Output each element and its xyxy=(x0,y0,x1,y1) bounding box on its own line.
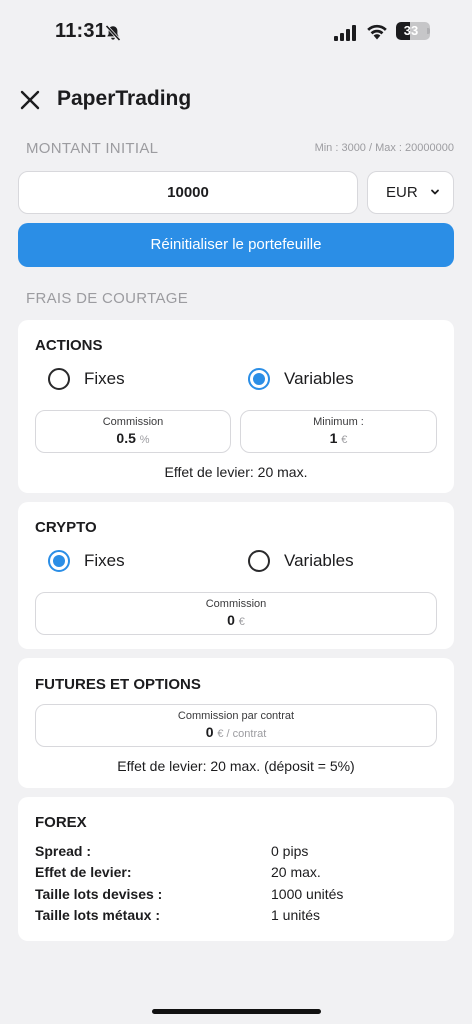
page-title: PaperTrading xyxy=(57,87,192,110)
crypto-variable-radio[interactable]: Variables xyxy=(248,549,354,573)
brokerage-fees-label: FRAIS DE COURTAGE xyxy=(26,290,189,307)
actions-fixed-radio[interactable]: Fixes xyxy=(48,367,125,391)
futures-options-card: FUTURES ET OPTIONS Commission par contra… xyxy=(18,658,454,788)
crypto-commission-value: 0 xyxy=(227,612,235,628)
radio-checked-icon xyxy=(48,550,70,572)
crypto-card: CRYPTO Fixes Variables Commission 0 € xyxy=(18,502,454,649)
radio-checked-icon xyxy=(248,368,270,390)
actions-variable-radio[interactable]: Variables xyxy=(248,367,354,391)
battery-percent: 33 xyxy=(403,23,419,38)
forex-row-leverage: Effet de levier: 20 max. xyxy=(35,864,321,880)
actions-leverage: Effet de levier: 20 max. xyxy=(164,464,308,480)
actions-minimum-field[interactable]: Minimum : 1 € xyxy=(240,410,437,453)
futures-title: FUTURES ET OPTIONS xyxy=(35,676,201,693)
currency-select[interactable]: EUR xyxy=(367,171,454,214)
forex-row-metal-lot-size: Taille lots métaux : 1 unités xyxy=(35,907,321,923)
home-indicator[interactable] xyxy=(152,1009,321,1014)
reset-portfolio-button[interactable]: Réinitialiser le portefeuille xyxy=(18,223,454,267)
forex-title: FOREX xyxy=(35,814,87,831)
forex-card: FOREX Spread : 0 pips Effet de levier: 2… xyxy=(18,797,454,941)
battery-indicator: 33 xyxy=(396,22,430,40)
actions-minimum-value: 1 xyxy=(329,430,338,446)
crypto-title: CRYPTO xyxy=(35,519,97,536)
status-bar: 11:31 33 xyxy=(0,0,472,64)
close-icon[interactable] xyxy=(18,88,42,112)
actions-commission-value: 0.5 xyxy=(116,430,136,446)
wifi-icon xyxy=(367,24,387,40)
crypto-commission-field[interactable]: Commission 0 € xyxy=(35,592,437,635)
cellular-signal-icon xyxy=(334,25,356,41)
futures-commission-value: 0 xyxy=(205,724,214,740)
actions-commission-field[interactable]: Commission 0.5 % xyxy=(35,410,231,453)
amount-range-hint: Min : 3000 / Max : 20000000 xyxy=(314,142,454,154)
forex-row-spread: Spread : 0 pips xyxy=(35,843,309,859)
chevron-down-icon xyxy=(431,189,439,195)
crypto-fixed-radio[interactable]: Fixes xyxy=(48,549,125,573)
actions-card: ACTIONS Fixes Variables Commission 0.5 %… xyxy=(18,320,454,493)
radio-unchecked-icon xyxy=(48,368,70,390)
initial-amount-input[interactable]: 10000 xyxy=(18,171,358,214)
status-time: 11:31 xyxy=(55,20,107,42)
forex-row-currency-lot-size: Taille lots devises : 1000 unités xyxy=(35,886,344,902)
radio-unchecked-icon xyxy=(248,550,270,572)
futures-commission-field[interactable]: Commission par contrat 0 € / contrat xyxy=(35,704,437,747)
currency-value: EUR xyxy=(386,184,418,201)
bell-muted-icon xyxy=(105,24,121,42)
actions-title: ACTIONS xyxy=(35,337,103,354)
initial-amount-label: MONTANT INITIAL xyxy=(26,140,159,157)
futures-leverage: Effet de levier: 20 max. (déposit = 5%) xyxy=(117,758,355,774)
paper-trading-settings-screen: 11:31 33 PaperTrading MONTANT INITIAL Mi… xyxy=(0,0,472,1024)
